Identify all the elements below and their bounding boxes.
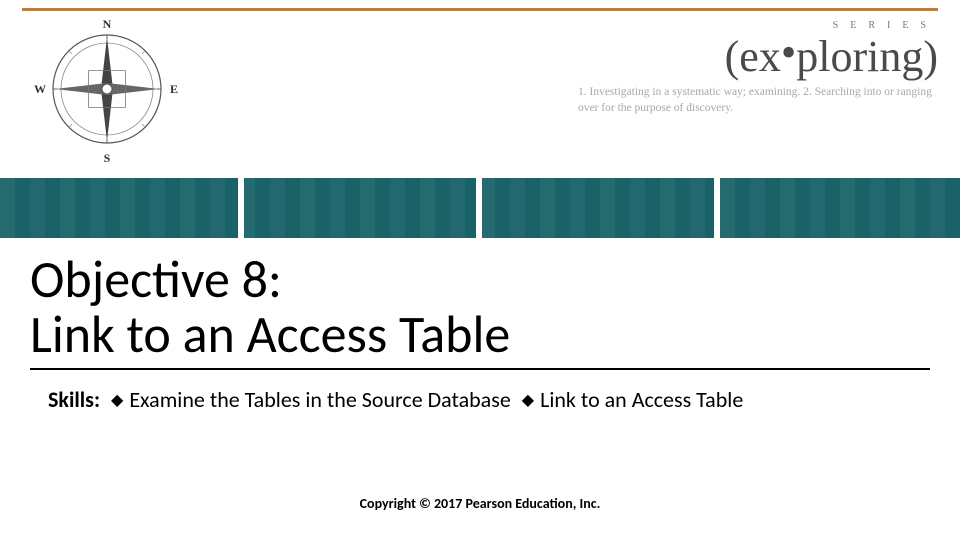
skills-line: Skills: ◆ Examine the Tables in the Sourc…: [48, 386, 936, 413]
decorative-band: [0, 178, 960, 238]
skill-item-2: Link to an Access Table: [540, 386, 743, 413]
branding-block: SERIES (ex•ploring) 1. Investigating in …: [538, 20, 938, 116]
band-divider: [476, 178, 482, 238]
brand-prefix: ex: [739, 32, 781, 81]
compass-e: E: [170, 82, 178, 96]
compass-w: W: [34, 82, 46, 96]
header: N E S W SERIES (ex•ploring) 1. Investiga…: [22, 14, 938, 174]
top-rule: [22, 8, 938, 11]
title-block: Objective 8: Link to an Access Table: [30, 252, 930, 370]
brand-wordmark: (ex•ploring): [538, 35, 938, 79]
skills-label: Skills:: [48, 386, 100, 413]
skill-item-1: Examine the Tables in the Source Databas…: [129, 386, 510, 413]
title-line-2: Link to an Access Table: [30, 307, 930, 362]
diamond-bullet-icon: ◆: [111, 390, 123, 410]
brand-close-paren: ): [923, 32, 938, 81]
brand-dot-icon: •: [781, 31, 796, 75]
footer-copyright: Copyright © 2017 Pearson Education, Inc.: [0, 495, 960, 512]
series-label: SERIES: [538, 20, 938, 31]
compass-rose-icon: N E S W: [32, 14, 182, 164]
compass-n: N: [103, 17, 112, 31]
brand-definition: 1. Investigating in a systematic way; ex…: [538, 85, 938, 116]
compass-image: N E S W: [22, 14, 192, 174]
band-divider: [714, 178, 720, 238]
slide: N E S W SERIES (ex•ploring) 1. Investiga…: [0, 0, 960, 540]
band-divider: [238, 178, 244, 238]
title-line-1: Objective 8:: [30, 252, 930, 307]
compass-s: S: [104, 151, 111, 164]
brand-suffix: ploring: [796, 32, 923, 81]
title-underline: [30, 368, 930, 370]
diamond-bullet-icon: ◆: [522, 390, 534, 410]
brand-open-paren: (: [725, 32, 740, 81]
